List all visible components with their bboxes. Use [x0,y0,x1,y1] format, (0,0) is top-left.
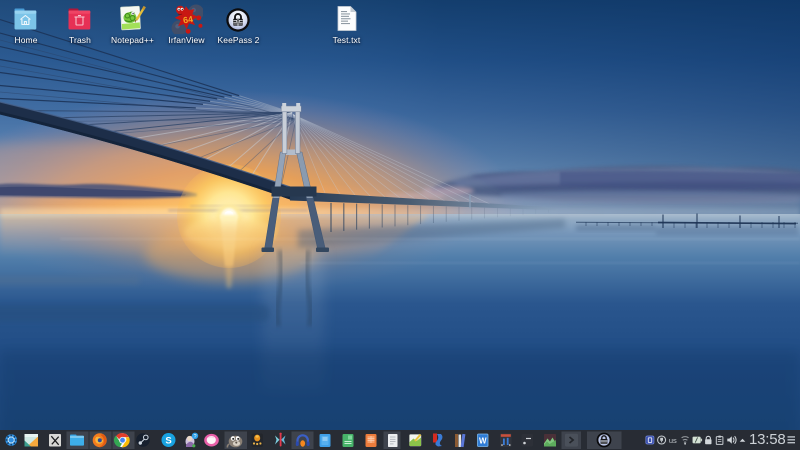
svg-text:S: S [165,435,171,446]
svg-text:64: 64 [182,14,194,26]
svg-text:us: us [669,436,677,445]
svg-text:?: ? [193,434,196,440]
svg-text:W: W [479,437,487,446]
